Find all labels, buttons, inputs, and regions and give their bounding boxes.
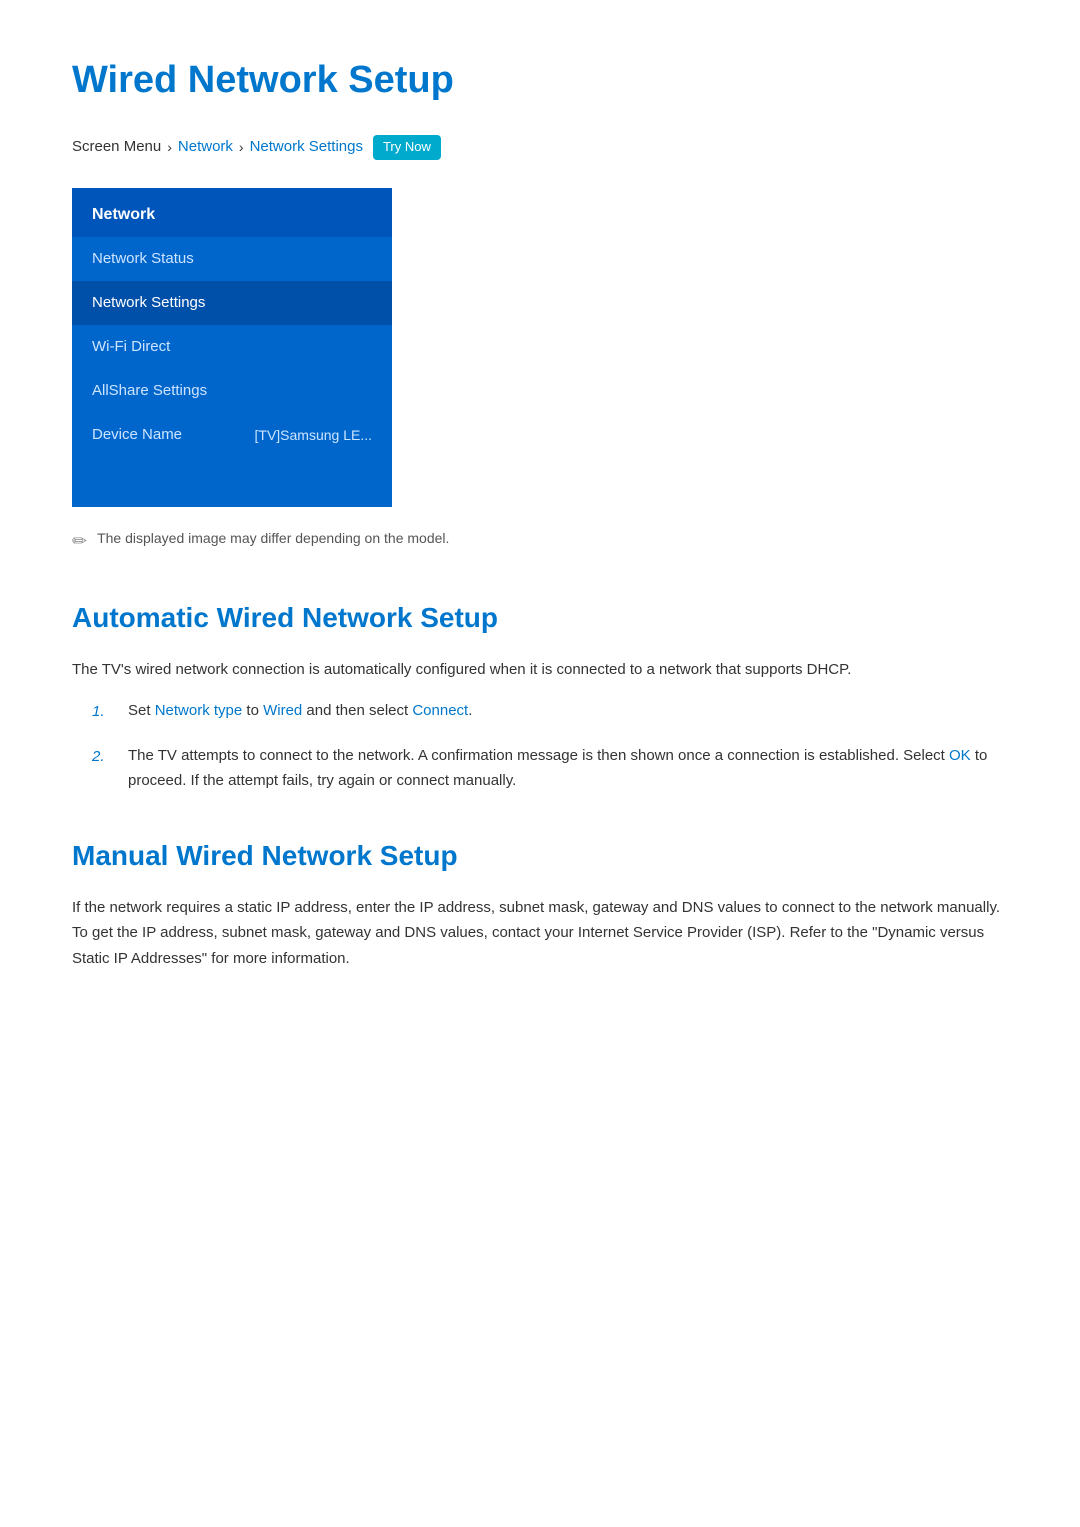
manual-section-title: Manual Wired Network Setup: [72, 834, 1008, 879]
breadcrumb-network-settings[interactable]: Network Settings: [250, 135, 363, 159]
automatic-section: Automatic Wired Network Setup The TV's w…: [72, 596, 1008, 794]
step-2-ok: OK: [949, 747, 971, 764]
step-1-network-type: Network type: [155, 702, 243, 719]
menu-item-device-name-value: [TV]Samsung LE...: [255, 424, 373, 446]
network-menu-box: Network Network Status Network Settings …: [72, 188, 392, 508]
manual-section: Manual Wired Network Setup If the networ…: [72, 834, 1008, 971]
automatic-section-title: Automatic Wired Network Setup: [72, 596, 1008, 641]
page-title: Wired Network Setup: [72, 50, 1008, 111]
step-2: 2. The TV attempts to connect to the net…: [92, 743, 1008, 794]
note-section: ✏ The displayed image may differ dependi…: [72, 527, 1008, 556]
breadcrumb-screen-menu: Screen Menu: [72, 135, 161, 159]
note-text: The displayed image may differ depending…: [97, 527, 449, 549]
step-1-wired: Wired: [263, 702, 302, 719]
breadcrumb-network[interactable]: Network: [178, 135, 233, 159]
manual-section-intro: If the network requires a static IP addr…: [72, 895, 1008, 972]
try-now-badge[interactable]: Try Now: [373, 135, 441, 160]
breadcrumb-separator-1: ›: [167, 136, 172, 158]
step-1: 1. Set Network type to Wired and then se…: [92, 698, 1008, 725]
automatic-steps-list: 1. Set Network type to Wired and then se…: [92, 698, 1008, 794]
breadcrumb: Screen Menu › Network › Network Settings…: [72, 135, 1008, 160]
menu-item-device-name[interactable]: Device Name [TV]Samsung LE...: [72, 413, 392, 457]
breadcrumb-separator-2: ›: [239, 136, 244, 158]
automatic-section-intro: The TV's wired network connection is aut…: [72, 657, 1008, 683]
step-2-text: The TV attempts to connect to the networ…: [128, 743, 1008, 794]
menu-item-network-settings[interactable]: Network Settings: [72, 281, 392, 325]
menu-item-device-name-label: Device Name: [92, 423, 182, 447]
menu-item-network-status[interactable]: Network Status: [72, 237, 392, 281]
step-1-text: Set Network type to Wired and then selec…: [128, 698, 1008, 725]
menu-item-wifi-direct[interactable]: Wi-Fi Direct: [72, 325, 392, 369]
menu-item-allshare-settings[interactable]: AllShare Settings: [72, 369, 392, 413]
step-1-connect: Connect: [412, 702, 468, 719]
pencil-icon: ✏: [72, 527, 87, 556]
step-1-num: 1.: [92, 698, 112, 725]
menu-title: Network: [72, 188, 392, 238]
step-2-num: 2.: [92, 743, 112, 794]
